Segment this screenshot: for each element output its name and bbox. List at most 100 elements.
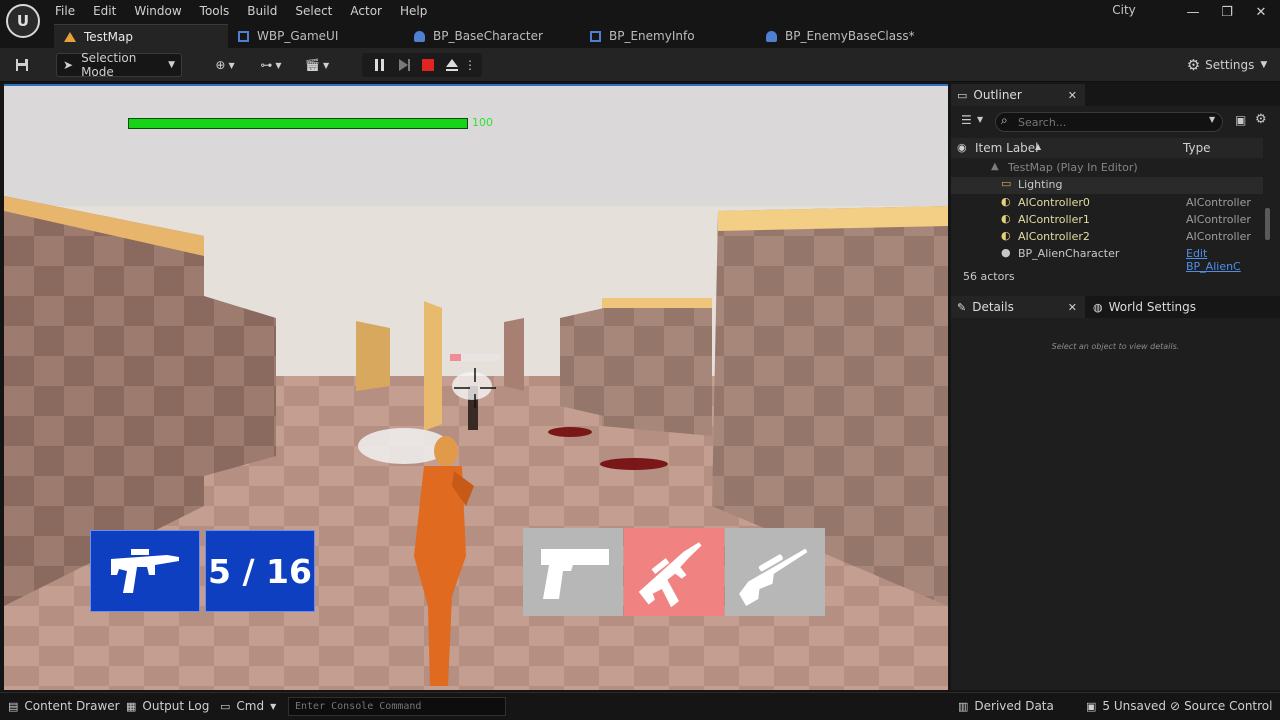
add-icon: ⊕	[215, 58, 226, 72]
character-icon	[766, 30, 777, 42]
blueprints-button[interactable]: ⊶ ▼	[254, 53, 288, 77]
derived-data-label: Derived Data	[974, 699, 1054, 713]
chevron-down-icon: ▼	[275, 60, 282, 70]
menu-build[interactable]: Build	[238, 1, 286, 21]
cinematics-button[interactable]: 🎬︎ ▼	[300, 53, 334, 77]
menu-help[interactable]: Help	[391, 1, 436, 21]
selection-mode-dropdown[interactable]: ➤ Selection Mode ▼	[56, 51, 182, 79]
defeated-enemy	[600, 458, 668, 470]
output-log-label: Output Log	[142, 699, 210, 713]
menu-actor[interactable]: Actor	[341, 1, 391, 21]
sort-ascending-icon: ▲	[1035, 142, 1042, 151]
main-toolbar: ➤ Selection Mode ▼ ⊕ ▼ ⊶ ▼ 🎬︎ ▼ ⋮ ⚙ Setting…	[0, 48, 1280, 82]
row-label: Lighting	[1018, 178, 1063, 191]
minimize-icon[interactable]: —	[1176, 2, 1210, 24]
derived-data-button[interactable]: ▥ Derived Data	[958, 699, 1054, 713]
column-type[interactable]: Type	[1183, 141, 1211, 155]
weapon-slot-sniper[interactable]	[725, 528, 825, 616]
outliner-row-bp-aliencharacter[interactable]: ● BP_AlienCharacter Edit BP_AlienC	[951, 246, 1263, 273]
tab-bp-enemybaseclass[interactable]: BP_EnemyBaseClass*	[756, 24, 926, 48]
clapperboard-icon: 🎬︎	[304, 58, 321, 72]
tab-details[interactable]: ✎ Details ✕	[951, 296, 1085, 318]
outliner-scrollbar[interactable]	[1265, 208, 1270, 240]
chevron-down-icon[interactable]: ▼	[977, 115, 983, 124]
close-icon[interactable]: ✕	[1068, 89, 1077, 102]
unsaved-button[interactable]: ▣ 5 Unsaved	[1086, 699, 1166, 713]
tab-testmap[interactable]: TestMap	[54, 24, 228, 48]
player-health-bar	[128, 118, 468, 129]
visibility-icon[interactable]: ◉	[957, 141, 967, 154]
outliner-row-aicontroller1[interactable]: ◐ AIController1 AIController	[951, 212, 1263, 229]
outliner-row-lighting[interactable]: ▭ Lighting	[951, 177, 1263, 194]
outliner-row-aicontroller2[interactable]: ◐ AIController2 AIController	[951, 229, 1263, 246]
close-icon[interactable]: ✕	[1244, 2, 1278, 24]
unreal-logo-icon[interactable]: U	[6, 4, 40, 38]
widget-blueprint-icon	[238, 30, 249, 42]
menu-edit[interactable]: Edit	[84, 1, 125, 21]
outliner-icon: ▭	[957, 88, 968, 102]
source-control-label: Source Control	[1184, 699, 1273, 713]
source-control-icon: ⊘	[1170, 699, 1181, 713]
eject-icon[interactable]	[440, 53, 464, 77]
menu-tools[interactable]: Tools	[191, 1, 239, 21]
outliner-tabbar: ▭ Outliner ✕	[951, 84, 1280, 106]
outliner-toolbar: ☰ ▼ ⌕ ▼ ▣ ⚙	[951, 110, 1280, 134]
output-log-button[interactable]: ▦ Output Log	[126, 699, 209, 713]
menu-select[interactable]: Select	[286, 1, 341, 21]
folder-icon: ▭	[1001, 177, 1012, 190]
details-tab-label: Details	[972, 300, 1014, 314]
defeated-enemy	[548, 427, 592, 437]
frame-skip-icon[interactable]	[392, 53, 416, 77]
console-command-input[interactable]	[288, 697, 506, 716]
close-icon[interactable]: ✕	[1068, 301, 1077, 314]
chevron-down-icon: ▼	[323, 60, 330, 70]
outliner-search-input[interactable]	[995, 112, 1223, 132]
save-icon[interactable]	[10, 53, 34, 77]
pause-icon[interactable]	[368, 53, 392, 77]
pistol-icon	[541, 549, 609, 599]
cmd-dropdown[interactable]: ▭ Cmd ▼	[220, 699, 276, 713]
menu-file[interactable]: File	[46, 1, 84, 21]
tab-world-settings[interactable]: ◍ World Settings	[1087, 296, 1237, 318]
database-icon: ▥	[958, 699, 969, 713]
add-folder-icon[interactable]: ▣	[1235, 113, 1246, 127]
chevron-down-icon: ▼	[1260, 60, 1268, 70]
blueprint-graph-icon: ⊶	[260, 58, 273, 72]
outliner-row-aicontroller0[interactable]: ◐ AIController0 AIController	[951, 195, 1263, 212]
chevron-down-icon: ▼	[168, 60, 175, 70]
restore-icon[interactable]: ❐	[1210, 2, 1244, 24]
cmd-label: Cmd	[236, 699, 265, 713]
content-drawer-button[interactable]: ▤ Content Drawer	[8, 699, 120, 713]
edit-blueprint-link[interactable]: Edit BP_AlienC	[1186, 247, 1263, 273]
menu-window[interactable]: Window	[125, 1, 190, 21]
chevron-down-icon: ▼	[270, 701, 277, 711]
outliner-tab-label: Outliner	[973, 88, 1022, 102]
stop-icon[interactable]	[416, 53, 440, 77]
tab-bp-basecharacter[interactable]: BP_BaseCharacter	[404, 24, 580, 48]
column-item-label[interactable]: Item Label	[975, 141, 1039, 155]
tab-wbp-gameui[interactable]: WBP_GameUI	[228, 24, 404, 48]
controller-icon: ◐	[1001, 195, 1011, 208]
health-fill	[129, 119, 467, 128]
chevron-down-icon[interactable]: ▼	[1209, 115, 1215, 124]
settings-button[interactable]: ⚙ Settings ▼	[1186, 53, 1268, 77]
tab-bp-enemyinfo[interactable]: BP_EnemyInfo	[580, 24, 756, 48]
tab-label: BP_BaseCharacter	[433, 29, 543, 43]
tab-label: BP_EnemyInfo	[609, 29, 695, 43]
outliner-row-testmap[interactable]: ▲ TestMap (Play In Editor)	[951, 160, 1263, 177]
add-actor-button[interactable]: ⊕ ▼	[208, 53, 242, 77]
game-viewport[interactable]: 100 5 / 16	[4, 84, 948, 690]
weapon-selector	[523, 528, 825, 616]
filter-icon[interactable]: ☰	[961, 113, 972, 127]
more-options-icon[interactable]: ⋮	[464, 53, 476, 77]
source-control-button[interactable]: ⊘ Source Control	[1170, 699, 1272, 713]
row-label: BP_AlienCharacter	[1018, 247, 1120, 260]
weapon-slot-pistol[interactable]	[523, 528, 623, 616]
details-tabbar: ✎ Details ✕ ◍ World Settings	[951, 296, 1280, 318]
gear-icon[interactable]: ⚙	[1255, 112, 1267, 127]
weapon-slot-rifle[interactable]	[624, 528, 724, 616]
controller-icon: ◐	[1001, 229, 1011, 242]
row-type: AIController	[1186, 196, 1251, 209]
tab-outliner[interactable]: ▭ Outliner ✕	[951, 84, 1085, 106]
status-bar: ▤ Content Drawer ▦ Output Log ▭ Cmd ▼ ▥ …	[0, 692, 1280, 720]
